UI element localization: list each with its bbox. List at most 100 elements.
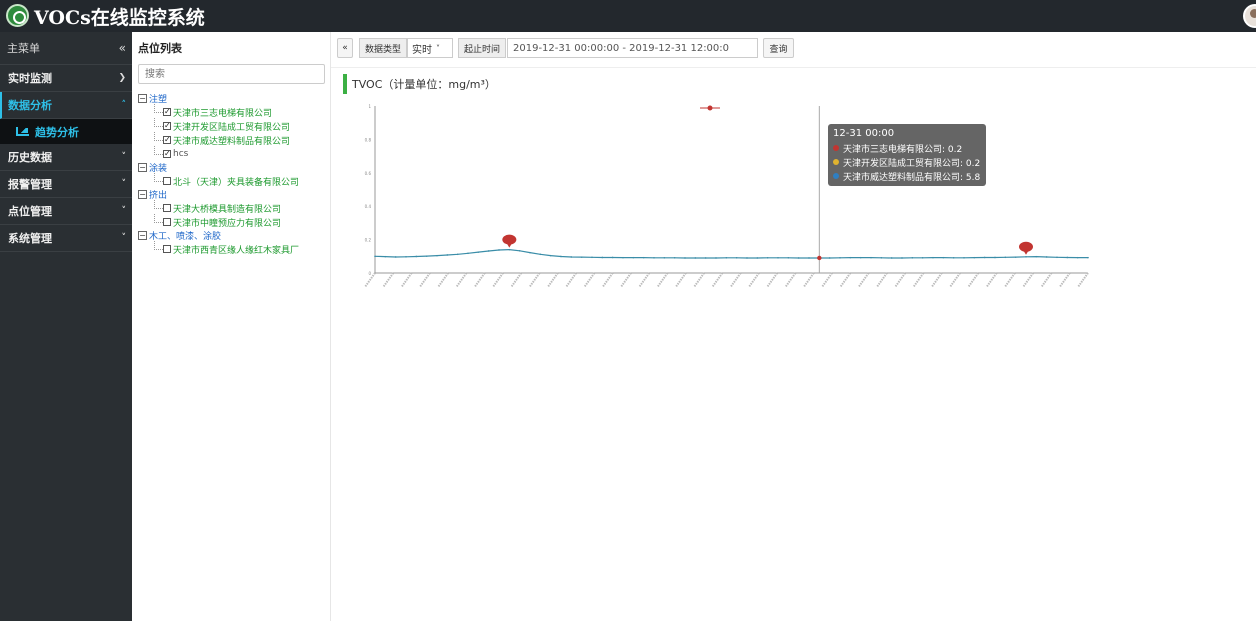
point-tree: − 注塑 ✓ 天津市三志电梯有限公司 ✓ 天津开发区陆成工贸有限公司 ✓ 天津市威达塑料…: [138, 92, 328, 256]
data-point: [487, 250, 490, 252]
data-point: [673, 257, 676, 259]
tree-group[interactable]: − 涂装: [138, 161, 328, 174]
tree-item-label: 天津大桥模具制造有限公司: [173, 204, 282, 215]
data-point: [704, 257, 707, 259]
tree-group[interactable]: − 挤出: [138, 188, 328, 201]
sidebar-item-data-analysis[interactable]: 数据分析 ˄: [0, 92, 132, 119]
data-point: [1014, 256, 1017, 258]
sidebar-subitem-label: 趋势分析: [35, 125, 79, 139]
data-point: [715, 257, 717, 259]
sidebar-item-point[interactable]: 点位管理 ˅: [0, 198, 132, 225]
y-tick-label: 0.2: [365, 238, 372, 243]
x-tick-label: [455, 272, 468, 288]
data-point: [436, 254, 438, 257]
sidebar-item-system[interactable]: 系统管理 ˅: [0, 225, 132, 252]
sidebar-item-label: 点位管理: [8, 205, 52, 218]
y-tick-label: 0.6: [365, 171, 372, 176]
checkbox-checked[interactable]: ✓: [163, 108, 171, 116]
y-tick-label: 0.8: [365, 137, 372, 142]
tree-item[interactable]: 天津市西青区缘人缘红木家具厂: [138, 241, 328, 256]
tree-item[interactable]: ✓ 天津开发区陆成工贸有限公司: [138, 118, 328, 133]
checkbox-checked[interactable]: ✓: [163, 122, 171, 130]
sidebar-item-history[interactable]: 历史数据 ˅: [0, 144, 132, 171]
data-point: [952, 257, 955, 259]
chevron-up-icon: ˄: [121, 100, 127, 110]
data-point: [580, 256, 583, 258]
tooltip-row: 天津开发区陆成工贸有限公司: 0.2: [833, 155, 981, 169]
data-point: [415, 255, 418, 258]
tree-item[interactable]: ✓ 天津市三志电梯有限公司: [138, 104, 328, 119]
x-tick-label: [656, 272, 669, 288]
tree-group[interactable]: − 木工、喷漆、涂胶: [138, 229, 328, 242]
y-tick-label: 1: [368, 104, 371, 109]
series-color-dot: [833, 173, 839, 179]
data-point: [467, 252, 469, 255]
data-point: [684, 257, 686, 259]
sidebar-item-realtime[interactable]: 实时监测 ❯: [0, 65, 132, 92]
data-type-select[interactable]: 实时 ˅: [407, 38, 453, 58]
x-tick-label: [693, 272, 705, 288]
checkbox-checked[interactable]: ✓: [163, 150, 171, 158]
data-point: [539, 253, 542, 256]
x-tick-label: [620, 272, 632, 288]
tree-item[interactable]: 北斗（天津）夹具装备有限公司: [138, 173, 328, 188]
data-point: [456, 253, 459, 256]
tree-group[interactable]: − 注塑: [138, 92, 328, 105]
chevron-down-icon: ˅: [121, 233, 127, 243]
sidebar-item-alarm[interactable]: 报警管理 ˅: [0, 171, 132, 198]
collapse-icon[interactable]: −: [138, 163, 147, 172]
series-line: [374, 248, 1088, 259]
x-tick-label: [437, 272, 449, 288]
collapse-panel-button[interactable]: «: [337, 38, 353, 58]
data-point: [756, 257, 759, 259]
query-button[interactable]: 查询: [763, 38, 794, 58]
x-tick-label: [967, 272, 980, 288]
collapse-sidebar-icon[interactable]: «: [119, 41, 126, 55]
data-point: [1025, 256, 1027, 258]
collapse-icon[interactable]: −: [138, 94, 147, 103]
tree-item-label: 天津市三志电梯有限公司: [173, 108, 273, 119]
x-tick-label: [711, 272, 724, 288]
data-point: [384, 255, 387, 258]
title-accent-bar: [343, 74, 347, 94]
x-tick-label: [419, 272, 431, 288]
collapse-icon[interactable]: −: [138, 190, 147, 199]
data-point: [570, 256, 573, 258]
x-tick-label: [547, 272, 559, 288]
sidebar-item-label: 数据分析: [8, 99, 52, 112]
data-point: [477, 251, 480, 253]
x-tick-label: [930, 272, 943, 288]
collapse-icon[interactable]: −: [138, 231, 147, 240]
x-tick-label: [1040, 272, 1053, 288]
data-point: [446, 254, 449, 256]
tree-item[interactable]: 天津大桥模具制造有限公司: [138, 200, 328, 215]
tooltip-row: 天津市威达塑料制品有限公司: 5.8: [833, 169, 981, 183]
tree-item-label: 天津市威达塑料制品有限公司: [173, 136, 291, 147]
checkbox-checked[interactable]: ✓: [163, 136, 171, 144]
checkbox[interactable]: [163, 245, 171, 253]
checkbox[interactable]: [163, 177, 171, 185]
tooltip-time: 12-31 00:00: [833, 128, 895, 139]
search-input[interactable]: [138, 64, 325, 84]
x-tick-label: [565, 272, 577, 288]
sidebar-subitem-trend-analysis[interactable]: 趋势分析: [0, 119, 132, 144]
sidebar: 主菜单 « 实时监测 ❯ 数据分析 ˄ 趋势分析 历史数据 ˅ 报警管理 ˅ 点…: [0, 32, 132, 621]
tooltip-row-label: 天津市威达塑料制品有限公司: 5.8: [843, 172, 981, 183]
data-point: [932, 256, 934, 259]
app-logo-icon: [6, 4, 29, 27]
time-range-input[interactable]: 2019-12-31 00:00:00 - 2019-12-31 12:00:0: [507, 38, 758, 58]
user-avatar[interactable]: [1243, 4, 1256, 28]
checkbox[interactable]: [163, 218, 171, 226]
data-type-value: 实时: [412, 44, 432, 56]
data-point: [983, 256, 986, 259]
data-point: [601, 256, 604, 259]
tree-item[interactable]: ✓ 天津市威达塑料制品有限公司: [138, 132, 328, 147]
tree-item-label: 天津开发区陆成工贸有限公司: [173, 122, 291, 133]
checkbox[interactable]: [163, 204, 171, 212]
time-range-label: 起止时间: [458, 38, 507, 58]
data-point: [642, 256, 645, 259]
tree-item[interactable]: 天津市中瞳预应力有限公司: [138, 214, 328, 229]
x-tick-label: [492, 272, 504, 288]
x-tick-label: [528, 272, 541, 288]
tree-item[interactable]: ✓ hcs: [138, 146, 328, 161]
